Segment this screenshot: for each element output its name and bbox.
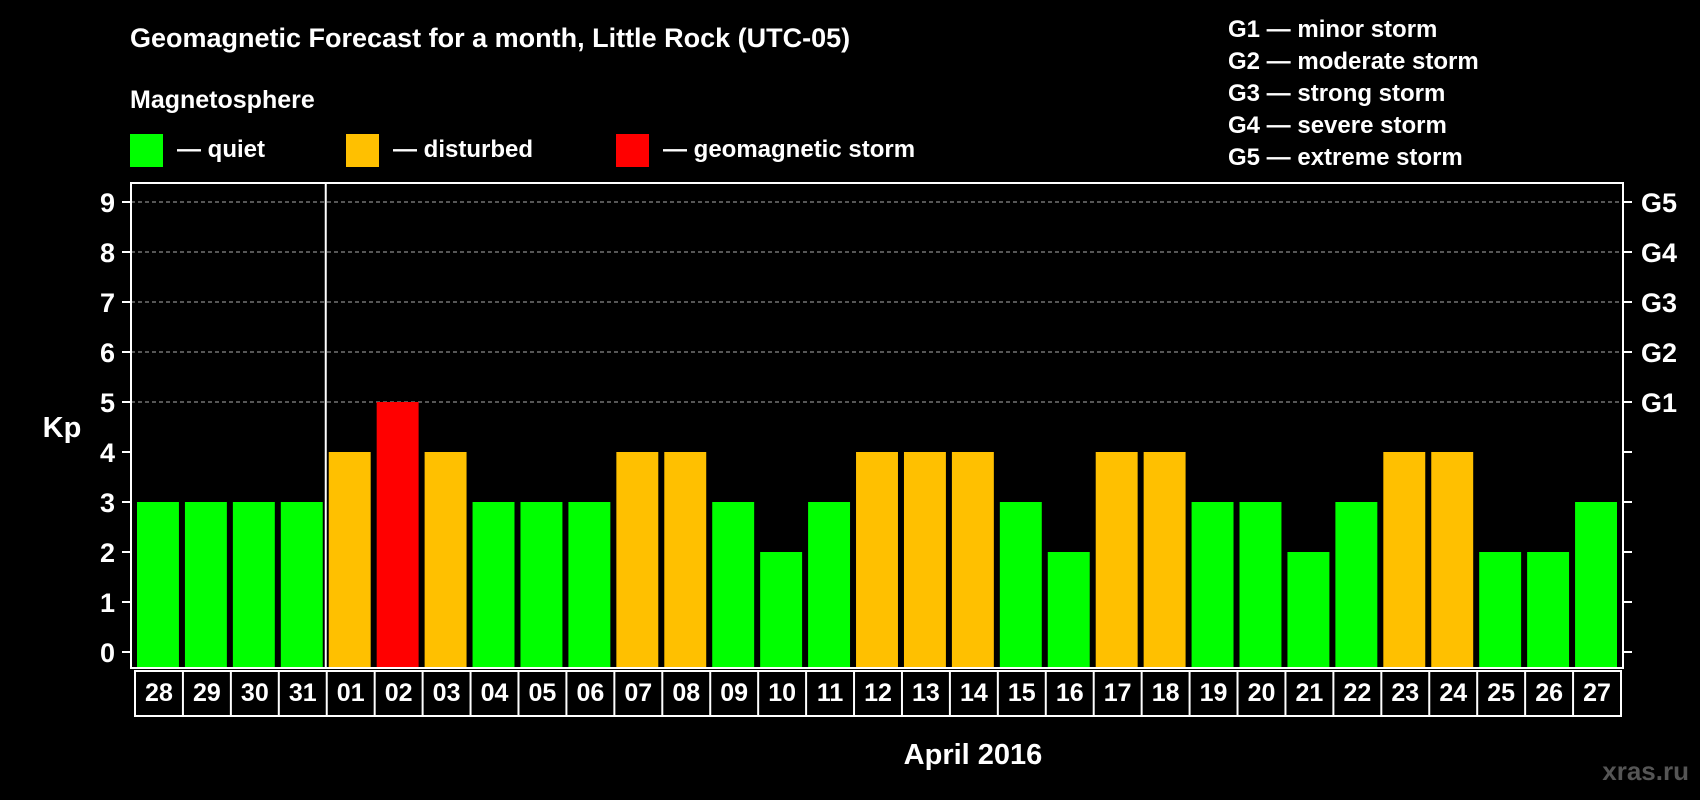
bar xyxy=(1383,452,1426,667)
x-tick-label: 18 xyxy=(1152,679,1180,707)
bar xyxy=(424,452,467,667)
legend-label-quiet: — quiet xyxy=(177,136,265,163)
bar xyxy=(808,502,851,667)
bar xyxy=(520,502,563,667)
bar xyxy=(328,452,371,667)
x-axis-label: April 2016 xyxy=(904,739,1043,771)
y-axis-label: Kp xyxy=(43,412,82,444)
x-tick-label: 12 xyxy=(864,679,892,707)
x-tick-label: 10 xyxy=(768,679,796,707)
bar-layer xyxy=(137,402,1617,667)
x-tick-label: 03 xyxy=(433,679,461,707)
y-tick-label: 3 xyxy=(100,488,115,518)
x-tick-label: 17 xyxy=(1104,679,1132,707)
legend-swatch-storm xyxy=(616,134,649,167)
bar xyxy=(951,452,994,667)
x-tick-label: 13 xyxy=(912,679,940,707)
x-tick-label: 24 xyxy=(1439,679,1467,707)
bar xyxy=(1047,552,1090,667)
y-tick-label: 5 xyxy=(100,388,115,418)
x-tick-label: 16 xyxy=(1056,679,1084,707)
x-tick-label: 25 xyxy=(1487,679,1515,707)
watermark: xras.ru xyxy=(1602,756,1689,786)
chart-subtitle: Magnetosphere xyxy=(130,86,315,114)
bar xyxy=(1191,502,1234,667)
y-tick-label: 0 xyxy=(100,638,115,668)
bar xyxy=(712,502,755,667)
g-scale-label: G5 xyxy=(1641,188,1677,218)
legend-label-disturbed: — disturbed xyxy=(393,136,533,163)
x-tick-label: 19 xyxy=(1200,679,1228,707)
bar xyxy=(232,502,275,667)
x-tick-label: 06 xyxy=(576,679,604,707)
x-tick-label: 21 xyxy=(1296,679,1324,707)
x-tick-label: 02 xyxy=(385,679,413,707)
g-legend-g3: G3 — strong storm xyxy=(1228,80,1445,107)
x-tick-label: 04 xyxy=(481,679,509,707)
x-tick-label: 11 xyxy=(817,679,844,707)
bar xyxy=(1575,502,1617,667)
bar xyxy=(856,452,898,667)
geomagnetic-chart: Geomagnetic Forecast for a month, Little… xyxy=(43,16,1689,786)
g-scale-legend: G1 — minor storm G2 — moderate storm G3 … xyxy=(1228,16,1479,171)
y-tick-label: 1 xyxy=(100,588,115,618)
legend: — quiet — disturbed — geomagnetic storm xyxy=(130,134,915,167)
y-tick-label: 7 xyxy=(100,288,115,318)
y-tick-label: 4 xyxy=(100,438,115,468)
x-tick-label: 26 xyxy=(1535,679,1563,707)
bar xyxy=(1431,452,1474,667)
bar xyxy=(280,502,323,667)
y-tick-label: 9 xyxy=(100,188,115,218)
g-legend-g2: G2 — moderate storm xyxy=(1228,48,1479,75)
grid-layer xyxy=(131,201,1623,403)
x-tick-label: 14 xyxy=(960,679,988,707)
bar xyxy=(1527,552,1570,667)
x-tick-label: 09 xyxy=(720,679,748,707)
bar xyxy=(760,552,803,667)
x-tick-label: 15 xyxy=(1008,679,1036,707)
g-legend-g5: G5 — extreme storm xyxy=(1228,144,1463,171)
x-tick-label: 08 xyxy=(672,679,700,707)
g-scale-label: G4 xyxy=(1641,238,1677,268)
bar xyxy=(1095,452,1138,667)
x-tick-label: 31 xyxy=(289,679,317,707)
bar xyxy=(137,502,179,667)
legend-swatch-disturbed xyxy=(346,134,379,167)
bar xyxy=(999,502,1042,667)
y-tick-label: 2 xyxy=(100,538,115,568)
x-tick-label: 07 xyxy=(624,679,652,707)
g-scale-label: G3 xyxy=(1641,288,1677,318)
x-tick-label: 28 xyxy=(145,679,173,707)
x-tick-label: 01 xyxy=(337,679,365,707)
x-tick-label: 27 xyxy=(1583,679,1611,707)
bar xyxy=(616,452,659,667)
x-tick-label: 22 xyxy=(1343,679,1371,707)
bar xyxy=(903,452,946,667)
chart-title: Geomagnetic Forecast for a month, Little… xyxy=(130,23,850,53)
x-tick-label: 23 xyxy=(1391,679,1419,707)
bar xyxy=(1239,502,1282,667)
bar xyxy=(1143,452,1186,667)
legend-swatch-quiet xyxy=(130,134,163,167)
bar xyxy=(376,402,419,667)
bar xyxy=(184,502,227,667)
x-tick-label: 20 xyxy=(1248,679,1276,707)
g-legend-g1: G1 — minor storm xyxy=(1228,16,1437,43)
x-category-layer: 28 29 30 31 01 02 03 04 05 06 07 08 09 10 11 12 13 14 15 16… xyxy=(134,670,1622,717)
y-tick-label: 8 xyxy=(100,238,115,268)
x-tick-label: 30 xyxy=(241,679,269,707)
bar xyxy=(1479,552,1522,667)
legend-label-storm: — geomagnetic storm xyxy=(663,136,915,163)
g-scale-label: G2 xyxy=(1641,338,1677,368)
bar xyxy=(664,452,707,667)
bar xyxy=(568,502,611,667)
y-tick-label: 6 xyxy=(100,338,115,368)
bar xyxy=(1335,502,1378,667)
x-tick-label: 05 xyxy=(529,679,557,707)
bar xyxy=(1287,552,1330,667)
x-tick-label: 29 xyxy=(193,679,221,707)
g-scale-label: G1 xyxy=(1641,388,1677,418)
g-legend-g4: G4 — severe storm xyxy=(1228,112,1447,139)
bar xyxy=(472,502,515,667)
